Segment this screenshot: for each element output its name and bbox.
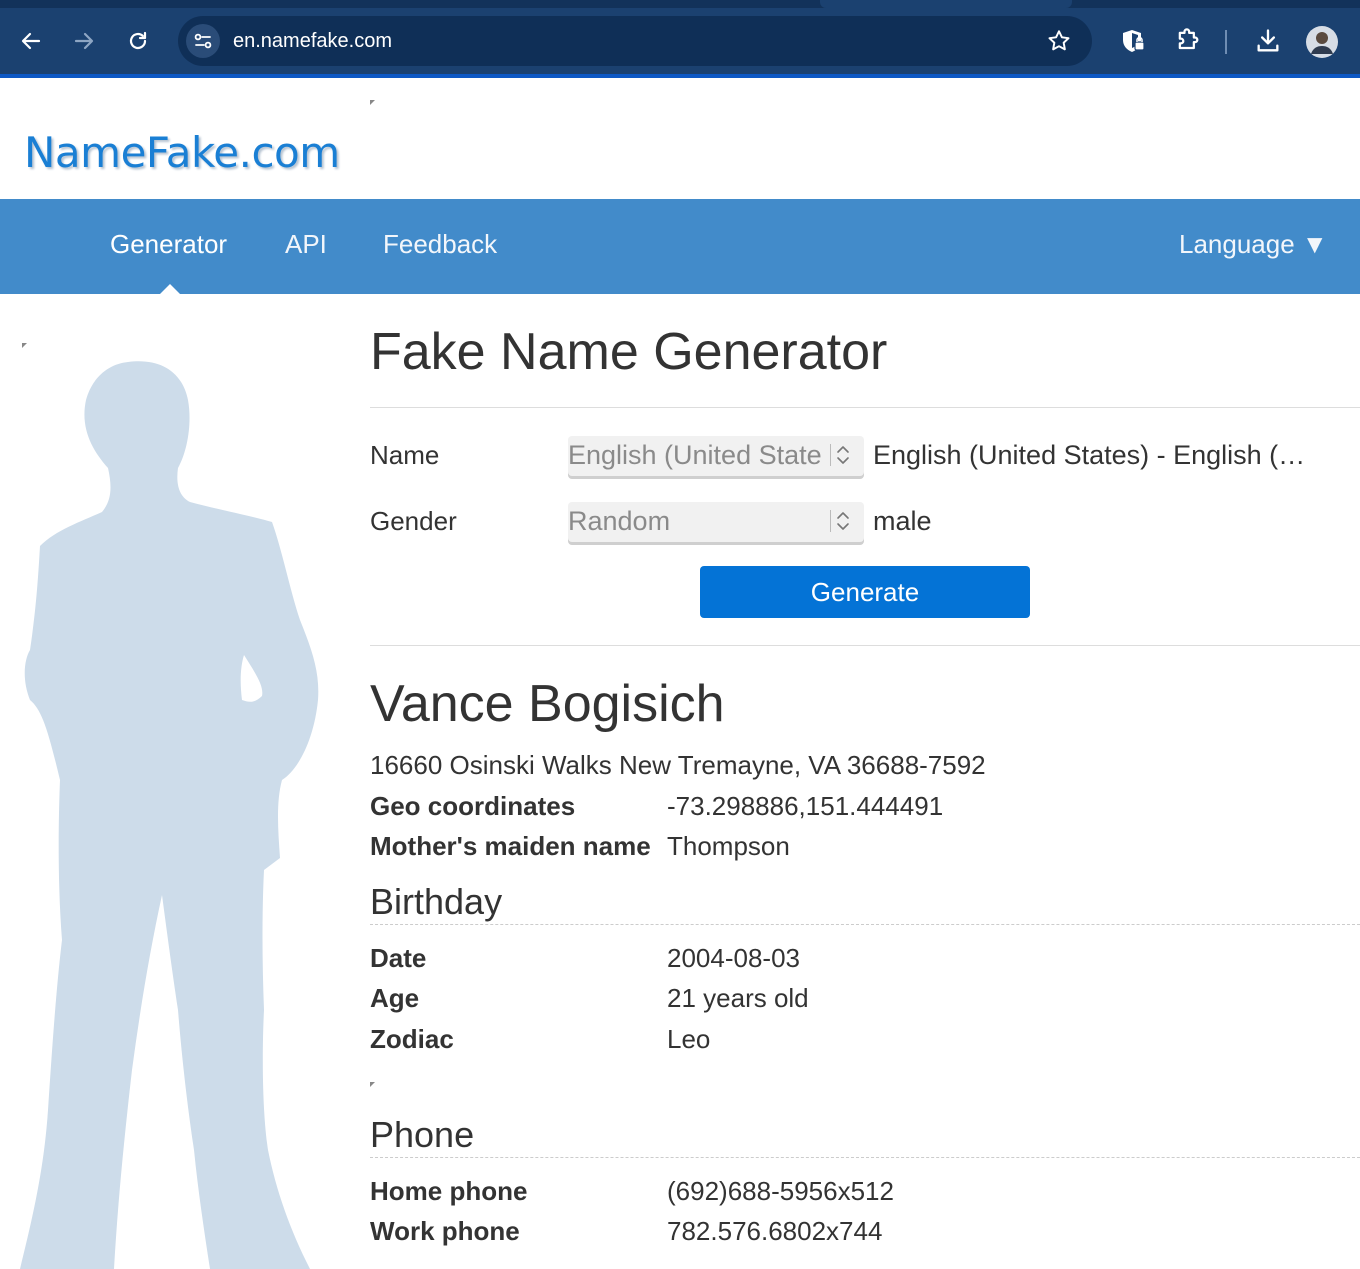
bookmark-star-icon[interactable] (1046, 28, 1072, 59)
forward-button[interactable] (69, 26, 99, 56)
name-select-value: English (United State (568, 440, 822, 470)
nav-generator[interactable]: Generator (110, 229, 227, 260)
divider (370, 645, 1360, 646)
gender-label: Gender (370, 506, 457, 536)
url-text[interactable]: en.namefake.com (233, 30, 392, 53)
language-menu[interactable]: Language ▼ (1179, 229, 1328, 260)
tab-strip (0, 0, 1360, 8)
back-arrow-icon (21, 32, 41, 50)
extensions-puzzle-icon[interactable] (1174, 27, 1202, 60)
nav-feedback[interactable]: Feedback (383, 229, 497, 260)
gender-selected-text: male (873, 506, 932, 536)
updown-chevron-icon (837, 512, 849, 530)
select-separator (830, 510, 831, 532)
active-tab-edge[interactable] (820, 0, 1072, 8)
broken-image-icon (370, 1082, 375, 1087)
site-info-button[interactable] (186, 24, 220, 58)
age-value: 21 years old (667, 983, 809, 1013)
work-phone-label: Work phone (370, 1216, 520, 1246)
address: 16660 Osinski Walks New Tremayne, VA 366… (370, 750, 986, 780)
gender-select[interactable]: Random (568, 502, 864, 542)
shield-extension-icon[interactable] (1120, 27, 1148, 60)
birth-date-label: Date (370, 943, 427, 973)
main-navbar: Generator API Feedback Language ▼ (0, 199, 1360, 294)
home-phone-value: (692)688-5956x512 (667, 1176, 894, 1206)
divider (370, 407, 1360, 408)
updown-chevron-icon (837, 446, 849, 464)
home-phone-label: Home phone (370, 1176, 528, 1206)
name-locale-select[interactable]: English (United State (568, 436, 864, 476)
select-separator (830, 444, 831, 466)
dashed-divider (370, 1157, 1360, 1158)
birth-date-value: 2004-08-03 (667, 943, 800, 973)
mothers-maiden-name-label: Mother's maiden name (370, 831, 651, 861)
zodiac-label: Zodiac (370, 1024, 454, 1054)
tune-icon (194, 33, 212, 49)
zodiac-value: Leo (667, 1024, 711, 1054)
nav-api[interactable]: API (285, 229, 327, 260)
name-selected-text: English (United States) - English (… (873, 440, 1306, 470)
birthday-heading: Birthday (370, 881, 503, 922)
age-label: Age (370, 983, 420, 1013)
browser-toolbar: en.namefake.com (0, 0, 1360, 78)
profile-avatar[interactable] (1306, 26, 1338, 63)
broken-image-icon (22, 343, 27, 348)
phone-heading: Phone (370, 1114, 475, 1155)
reload-button[interactable] (123, 26, 153, 56)
broken-image-icon (370, 100, 375, 105)
generate-button[interactable]: Generate (700, 566, 1030, 618)
address-bar[interactable]: en.namefake.com (178, 16, 1092, 66)
geo-coordinates-label: Geo coordinates (370, 791, 576, 821)
downloads-icon[interactable] (1254, 27, 1282, 60)
toolbar-bottom-border (0, 74, 1360, 78)
gender-select-value: Random (568, 506, 671, 536)
page-title: Fake Name Generator (370, 323, 888, 381)
active-nav-indicator (160, 284, 180, 294)
toolbar-divider (1224, 30, 1228, 59)
mothers-maiden-name-value: Thompson (667, 831, 790, 861)
work-phone-value: 782.576.6802x744 (667, 1216, 883, 1246)
reload-icon (129, 31, 147, 50)
forward-arrow-icon (74, 32, 94, 50)
person-silhouette-image (20, 361, 319, 1269)
person-name: Vance Bogisich (370, 675, 725, 733)
site-logo[interactable]: NameFake.com (24, 128, 340, 177)
name-label: Name (370, 440, 440, 470)
dashed-divider (370, 924, 1360, 925)
back-button[interactable] (16, 26, 46, 56)
geo-coordinates-value: -73.298886,151.444491 (667, 791, 944, 821)
